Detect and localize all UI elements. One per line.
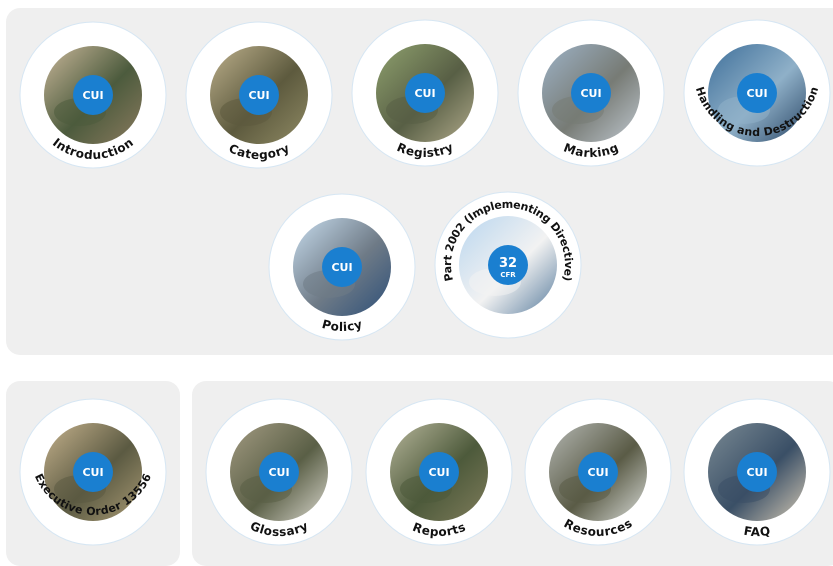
badge-label: CUI [82, 89, 103, 102]
badge-label: CUI [268, 466, 289, 479]
tile-label: FAQ [743, 523, 771, 538]
badge-sublabel: CFR [500, 271, 516, 279]
tile-resources[interactable]: CUI Resources [523, 397, 673, 547]
badge-label: CUI [82, 466, 103, 479]
tile-category[interactable]: CUI Category [184, 20, 334, 170]
badge-label: CUI [414, 87, 435, 100]
badge-label: CUI [580, 87, 601, 100]
badge-label: CUI [587, 466, 608, 479]
badge-label: 32 [499, 256, 517, 271]
tile-marking[interactable]: CUI Marking [516, 18, 666, 168]
badge-label: CUI [248, 89, 269, 102]
tile-faq[interactable]: CUI FAQ [682, 397, 832, 547]
tile-executive-order[interactable]: CUI Executive Order 13556 [18, 397, 168, 547]
badge-label: CUI [746, 466, 767, 479]
tile-policy[interactable]: CUI Policy [267, 192, 417, 342]
tile-cfr[interactable]: 32 CFR Part 2002 (Implementing Directive) [433, 190, 583, 340]
badge-label: CUI [428, 466, 449, 479]
tile-handling[interactable]: CUI Handling and Destruction [682, 18, 832, 168]
tile-glossary[interactable]: CUI Glossary [204, 397, 354, 547]
badge-label: CUI [746, 87, 767, 100]
tile-reports[interactable]: CUI Reports [364, 397, 514, 547]
tile-introduction[interactable]: CUI Introduction [18, 20, 168, 170]
tile-registry[interactable]: CUI Registry [350, 18, 500, 168]
badge-label: CUI [331, 261, 352, 274]
svg-text:FAQ: FAQ [743, 523, 771, 538]
